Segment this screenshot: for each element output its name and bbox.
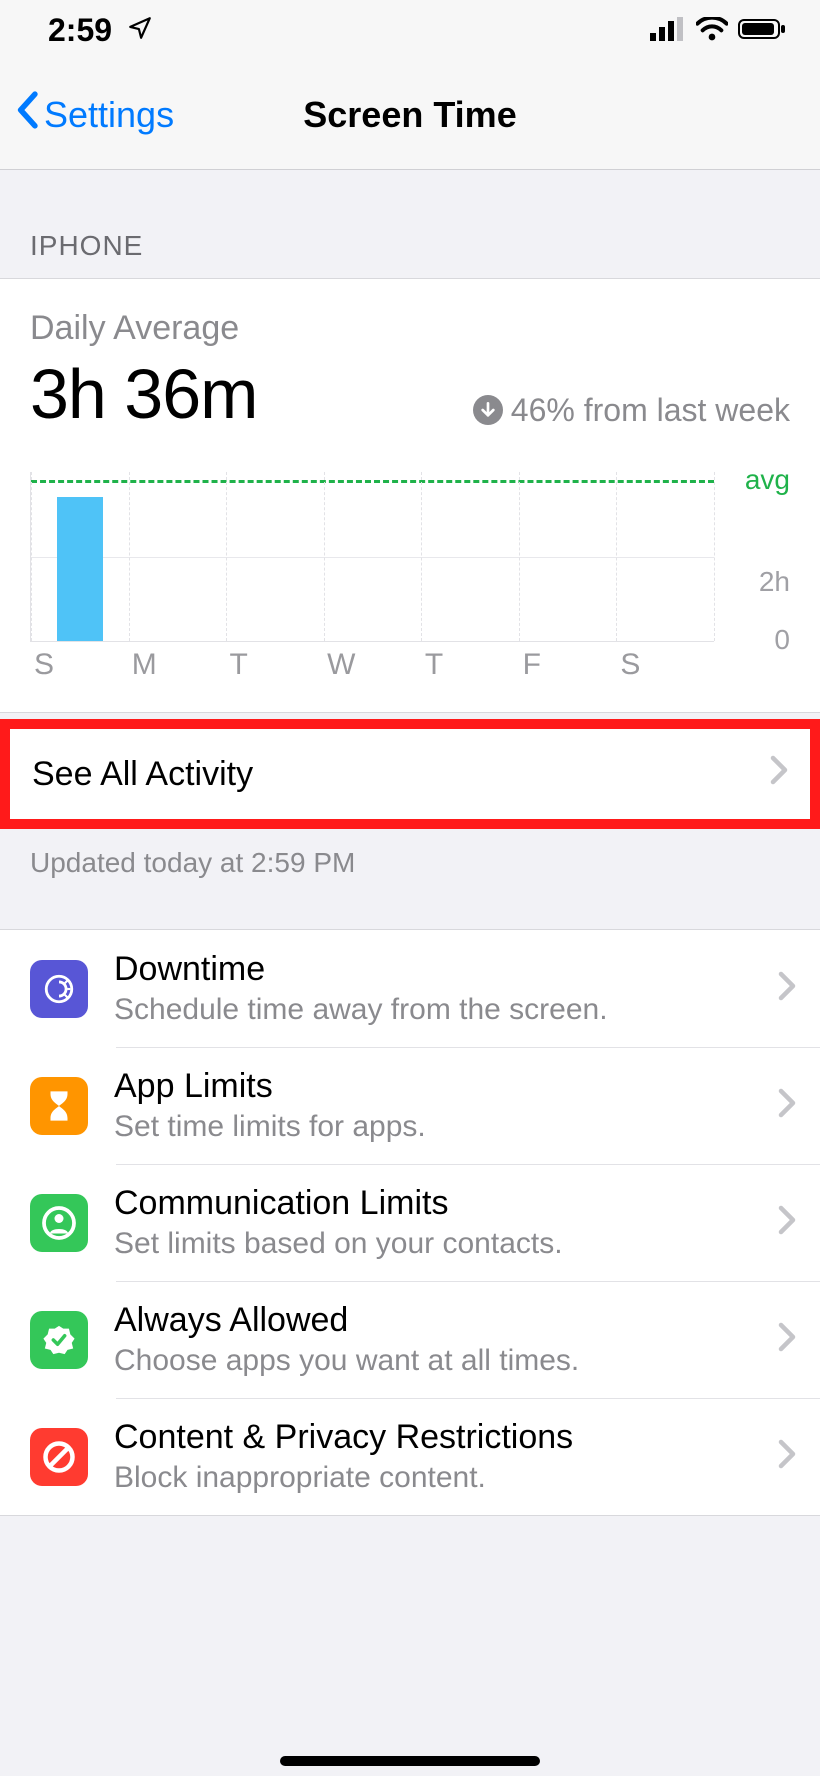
- x-tick: F: [519, 648, 617, 692]
- delta-text: 46% from last week: [511, 392, 790, 429]
- usage-card: Daily Average 3h 36m 46% from last week …: [0, 278, 820, 713]
- y-tick-2h: 2h: [759, 566, 790, 598]
- row-title: Always Allowed: [114, 1301, 752, 1340]
- status-time-group: 2:59: [48, 12, 153, 49]
- row-text: Always Allowed Choose apps you want at al…: [114, 1301, 752, 1378]
- x-tick: W: [323, 648, 421, 692]
- wifi-icon: [696, 12, 728, 49]
- row-text: Communication Limits Set limits based on …: [114, 1184, 752, 1261]
- settings-row-always-allowed[interactable]: Always Allowed Choose apps you want at al…: [0, 1281, 820, 1398]
- gridline: [31, 557, 714, 558]
- chevron-right-icon: [778, 1439, 796, 1474]
- chevron-right-icon: [778, 971, 796, 1006]
- row-sub: Set limits based on your contacts.: [114, 1227, 752, 1261]
- always-allowed-icon: [30, 1311, 88, 1369]
- arrow-down-icon: [473, 395, 503, 425]
- chevron-right-icon: [770, 755, 788, 794]
- chevron-right-icon: [778, 1322, 796, 1357]
- status-right: [650, 12, 786, 49]
- x-tick: S: [616, 648, 714, 692]
- row-title: Content & Privacy Restrictions: [114, 1418, 752, 1457]
- settings-row-communication-limits[interactable]: Communication Limits Set limits based on …: [0, 1164, 820, 1281]
- row-title: Communication Limits: [114, 1184, 752, 1223]
- chevron-right-icon: [778, 1088, 796, 1123]
- y-tick-0: 0: [774, 624, 790, 656]
- usage-chart: avg 2h 0 SMTWTFS: [30, 472, 790, 692]
- chart-area: [30, 472, 714, 642]
- section-header: IPHONE: [0, 170, 820, 278]
- settings-row-downtime[interactable]: Downtime Schedule time away from the scre…: [0, 930, 820, 1047]
- updated-text: Updated today at 2:59 PM: [0, 829, 820, 929]
- restrictions-icon: [30, 1428, 88, 1486]
- see-all-highlight: See All Activity: [0, 719, 820, 829]
- settings-row-app-limits[interactable]: App Limits Set time limits for apps.: [0, 1047, 820, 1164]
- page-title: Screen Time: [0, 94, 820, 136]
- x-tick: T: [225, 648, 323, 692]
- x-axis: SMTWTFS: [30, 648, 714, 692]
- x-tick: T: [421, 648, 519, 692]
- daily-average-value: 3h 36m: [30, 354, 257, 434]
- nav-header: Settings Screen Time: [0, 60, 820, 170]
- chevron-right-icon: [778, 1205, 796, 1240]
- delta: 46% from last week: [473, 392, 790, 429]
- row-text: App Limits Set time limits for apps.: [114, 1067, 752, 1144]
- see-all-label: See All Activity: [32, 755, 253, 794]
- communication-icon: [30, 1194, 88, 1252]
- location-icon: [127, 12, 153, 48]
- status-time: 2:59: [48, 12, 112, 48]
- settings-list: Downtime Schedule time away from the scre…: [0, 929, 820, 1516]
- x-tick: M: [128, 648, 226, 692]
- cell-signal-icon: [650, 12, 686, 49]
- home-indicator: [280, 1756, 540, 1766]
- avg-line: [31, 480, 714, 483]
- row-text: Content & Privacy Restrictions Block inap…: [114, 1418, 752, 1495]
- row-sub: Set time limits for apps.: [114, 1110, 752, 1144]
- row-text: Downtime Schedule time away from the scre…: [114, 950, 752, 1027]
- battery-icon: [738, 12, 786, 49]
- app-limits-icon: [30, 1077, 88, 1135]
- status-bar: 2:59: [0, 0, 820, 60]
- downtime-icon: [30, 960, 88, 1018]
- x-tick: S: [30, 648, 128, 692]
- bar: [57, 497, 103, 642]
- see-all-activity-row[interactable]: See All Activity: [10, 729, 810, 819]
- settings-row-content-privacy-restrictions[interactable]: Content & Privacy Restrictions Block inap…: [0, 1398, 820, 1515]
- row-sub: Schedule time away from the screen.: [114, 993, 752, 1027]
- avg-label: avg: [745, 464, 790, 496]
- daily-average-label: Daily Average: [30, 309, 790, 348]
- row-sub: Block inappropriate content.: [114, 1461, 752, 1495]
- row-sub: Choose apps you want at all times.: [114, 1344, 752, 1378]
- daily-average-row: 3h 36m 46% from last week: [30, 354, 790, 434]
- row-title: Downtime: [114, 950, 752, 989]
- row-title: App Limits: [114, 1067, 752, 1106]
